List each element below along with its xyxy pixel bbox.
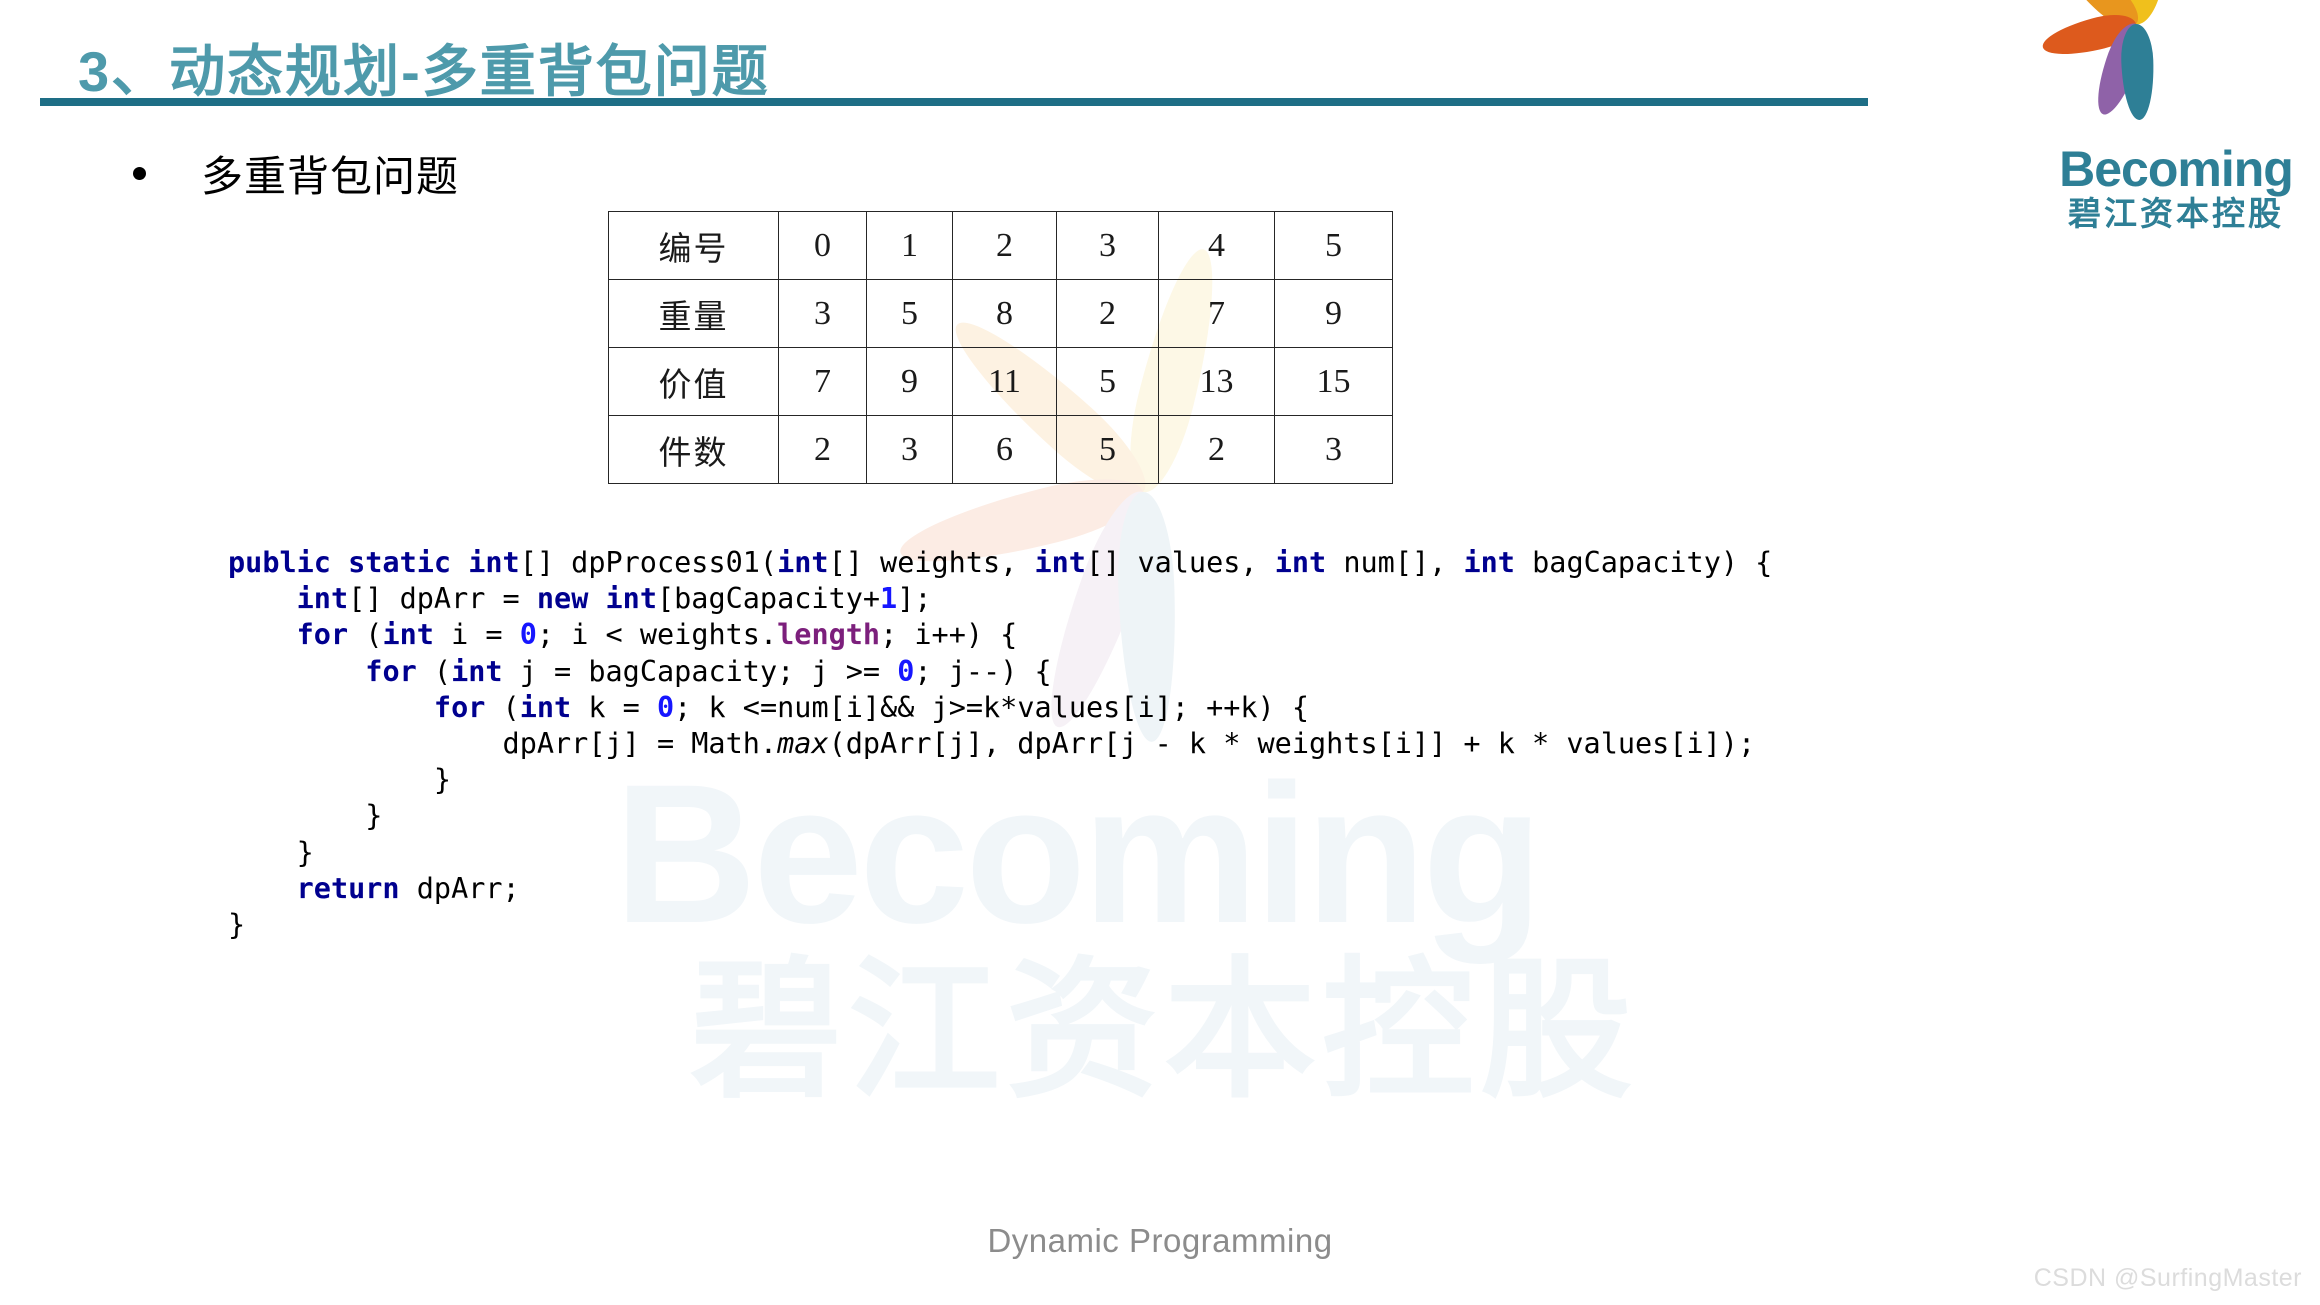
table-cell: 13 [1158, 347, 1275, 416]
table-cell: 6 [952, 415, 1057, 484]
table-cell: 5 [866, 279, 953, 348]
brand-logo: Becoming 碧江资本控股 [2038, 0, 2312, 232]
logo-wordmark-cn: 碧江资本控股 [2068, 195, 2284, 232]
table-cell: 7 [778, 347, 867, 416]
table-row: 编号 0 1 2 3 4 5 [608, 211, 1393, 280]
table-cell: 5 [1056, 415, 1159, 484]
table-row: 价值 7 9 11 5 13 15 [608, 347, 1393, 416]
bullet-item-label: 多重背包问题 [201, 153, 460, 200]
bullet-dot-icon [133, 167, 146, 180]
table-body: 编号 0 1 2 3 4 5 重量 3 5 8 2 7 9 价值 7 9 11 … [608, 211, 1393, 484]
table-cell: 3 [1056, 211, 1159, 280]
table-cell: 3 [1274, 415, 1393, 484]
row-header-label: 价值 [608, 347, 779, 416]
bullet-list-item: 多重背包问题 [133, 143, 459, 204]
title-underline-divider [40, 98, 1868, 106]
table-cell: 0 [778, 211, 867, 280]
row-header-label: 编号 [608, 211, 779, 280]
slide-footer-note: Dynamic Programming [987, 1222, 1333, 1259]
row-header-label: 件数 [608, 415, 779, 484]
java-code-snippet: public static int[] dpProcess01(int[] we… [228, 546, 1773, 942]
slide-canvas: Becoming 碧江资本控股 3、动态规划-多重背包问题 Becoming 碧… [0, 0, 2320, 1305]
table-cell: 15 [1274, 347, 1393, 416]
table-cell: 9 [1274, 279, 1393, 348]
table-cell: 11 [952, 347, 1057, 416]
table-cell: 2 [952, 211, 1057, 280]
table-cell: 3 [866, 415, 953, 484]
table-cell: 4 [1158, 211, 1275, 280]
knapsack-items-table: 编号 0 1 2 3 4 5 重量 3 5 8 2 7 9 价值 7 9 11 … [608, 211, 1393, 484]
table-row: 件数 2 3 6 5 2 3 [608, 415, 1393, 484]
page-title: 3、动态规划-多重背包问题 [78, 40, 770, 103]
table-cell: 2 [778, 415, 867, 484]
row-header-label: 重量 [608, 279, 779, 348]
table-row: 重量 3 5 8 2 7 9 [608, 279, 1393, 348]
table-cell: 5 [1056, 347, 1159, 416]
table-cell: 2 [1158, 415, 1275, 484]
watermark-wordmark-cn: 碧江资本控股 [690, 946, 1638, 1116]
table-cell: 1 [866, 211, 953, 280]
table-cell: 9 [866, 347, 953, 416]
table-cell: 2 [1056, 279, 1159, 348]
table-cell: 3 [778, 279, 867, 348]
table-cell: 5 [1274, 211, 1393, 280]
csdn-author-watermark: CSDN @SurfingMaster [2033, 1264, 2302, 1292]
table-cell: 8 [952, 279, 1057, 348]
table-cell: 7 [1158, 279, 1275, 348]
